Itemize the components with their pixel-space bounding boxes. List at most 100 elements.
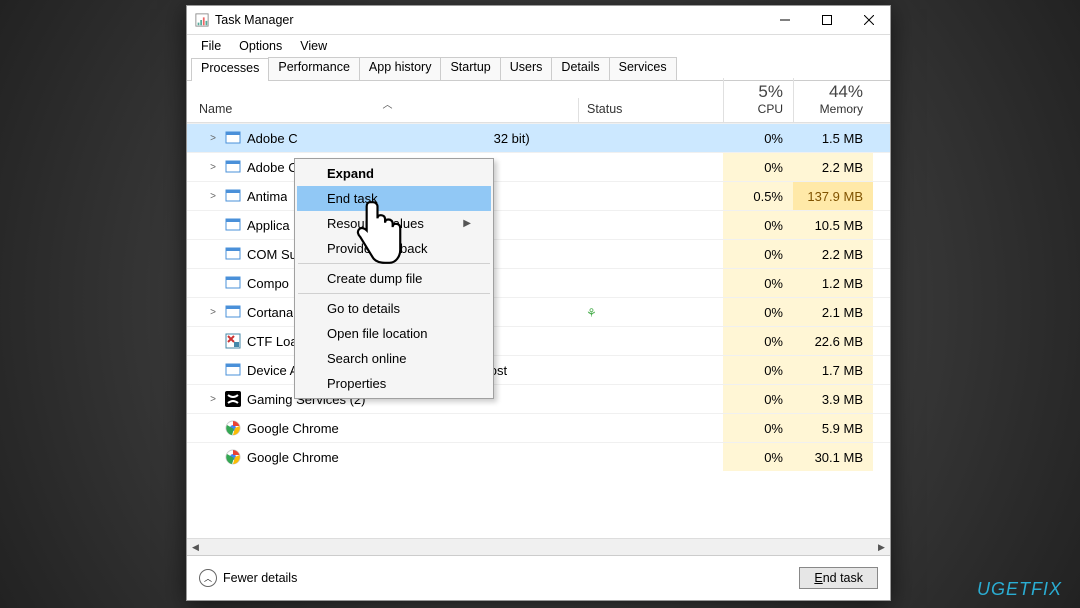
process-cpu: 0% — [723, 240, 793, 268]
process-row[interactable]: Compo 0%1.2 MB — [187, 268, 890, 297]
tab-users[interactable]: Users — [500, 57, 553, 80]
process-memory: 2.1 MB — [793, 298, 873, 326]
close-button[interactable] — [848, 6, 890, 34]
process-cpu: 0% — [723, 443, 793, 471]
process-row[interactable]: Google Chrome 0%5.9 MB — [187, 413, 890, 442]
process-cpu: 0% — [723, 298, 793, 326]
process-icon — [225, 159, 241, 175]
expand-icon[interactable]: > — [207, 307, 219, 318]
process-icon — [225, 217, 241, 233]
column-headers: ︿ Name Status 5% CPU 44% Memory — [187, 81, 890, 123]
process-memory: 1.2 MB — [793, 269, 873, 297]
process-memory: 137.9 MB — [793, 182, 873, 210]
column-memory[interactable]: 44% Memory — [793, 78, 873, 122]
window-title: Task Manager — [215, 13, 764, 27]
column-status[interactable]: Status — [578, 98, 723, 122]
tab-app-history[interactable]: App history — [359, 57, 442, 80]
sort-indicator-icon: ︿ — [383, 96, 393, 111]
contextmenu-item[interactable]: Create dump file — [297, 266, 491, 291]
titlebar[interactable]: Task Manager — [187, 6, 890, 35]
tab-details[interactable]: Details — [551, 57, 609, 80]
process-row[interactable]: COM Su 0%2.2 MB — [187, 239, 890, 268]
process-icon — [225, 449, 241, 465]
process-name: CTF Loa — [247, 334, 298, 349]
column-cpu[interactable]: 5% CPU — [723, 78, 793, 122]
contextmenu-item[interactable]: End task — [297, 186, 491, 211]
process-row[interactable]: Applica0%10.5 MB — [187, 210, 890, 239]
process-cpu: 0% — [723, 327, 793, 355]
process-cpu: 0.5% — [723, 182, 793, 210]
expand-icon[interactable]: > — [207, 191, 219, 202]
process-row[interactable]: > Antima 0.5%137.9 MB — [187, 181, 890, 210]
contextmenu-item[interactable]: Properties — [297, 371, 491, 396]
watermark: UGETFIX — [977, 579, 1062, 600]
menu-options[interactable]: Options — [231, 37, 290, 55]
contextmenu-item[interactable]: Search online — [297, 346, 491, 371]
process-icon — [225, 130, 241, 146]
menu-file[interactable]: File — [193, 37, 229, 55]
process-name: Adobe C — [247, 160, 298, 175]
process-name: Google Chrome — [247, 421, 339, 436]
process-icon — [225, 188, 241, 204]
process-icon — [225, 304, 241, 320]
process-row[interactable]: >Adobe C32 bit)0%1.5 MB — [187, 123, 890, 152]
tab-startup[interactable]: Startup — [440, 57, 500, 80]
end-task-button[interactable]: End task — [799, 567, 878, 589]
process-cpu: 0% — [723, 124, 793, 152]
process-name: Antima — [247, 189, 287, 204]
contextmenu-item[interactable]: Expand — [297, 161, 491, 186]
maximize-button[interactable] — [806, 6, 848, 34]
menu-separator — [298, 293, 490, 294]
process-row[interactable]: CTF Loa 0%22.6 MB — [187, 326, 890, 355]
column-name[interactable]: ︿ Name — [187, 98, 578, 122]
fewer-details-toggle[interactable]: ︿ Fewer details — [199, 569, 297, 587]
process-icon — [225, 333, 241, 349]
app-icon — [195, 13, 209, 27]
process-memory: 10.5 MB — [793, 211, 873, 239]
tab-services[interactable]: Services — [609, 57, 677, 80]
horizontal-scrollbar[interactable]: ◀ ▶ — [187, 538, 890, 555]
expand-icon[interactable]: > — [207, 133, 219, 144]
tab-processes[interactable]: Processes — [191, 58, 269, 81]
process-cpu: 0% — [723, 269, 793, 297]
process-cpu: 0% — [723, 356, 793, 384]
process-name: Cortana — [247, 305, 293, 320]
process-memory: 1.7 MB — [793, 356, 873, 384]
process-list[interactable]: >Adobe C32 bit)0%1.5 MB>Adobe C0%2.2 MB>… — [187, 123, 890, 538]
process-row[interactable]: > Adobe C 0%2.2 MB — [187, 152, 890, 181]
process-memory: 22.6 MB — [793, 327, 873, 355]
process-memory: 5.9 MB — [793, 414, 873, 442]
process-icon — [225, 420, 241, 436]
process-row[interactable]: Device Association Framework Provider Ho… — [187, 355, 890, 384]
process-memory: 2.2 MB — [793, 240, 873, 268]
process-icon — [225, 275, 241, 291]
process-memory: 2.2 MB — [793, 153, 873, 181]
submenu-arrow-icon: ▶ — [463, 218, 471, 229]
process-name: COM Su — [247, 247, 297, 262]
scroll-right-icon[interactable]: ▶ — [873, 539, 890, 556]
scroll-left-icon[interactable]: ◀ — [187, 539, 204, 556]
contextmenu-item[interactable]: Go to details — [297, 296, 491, 321]
minimize-button[interactable] — [764, 6, 806, 34]
contextmenu-item[interactable]: Provide feedback — [297, 236, 491, 261]
process-cpu: 0% — [723, 153, 793, 181]
chevron-up-icon: ︿ — [199, 569, 217, 587]
process-cpu: 0% — [723, 414, 793, 442]
process-name: Google Chrome — [247, 450, 339, 465]
process-status: ⚘ — [578, 305, 723, 320]
expand-icon[interactable]: > — [207, 162, 219, 173]
menubar: File Options View — [187, 35, 890, 57]
process-row[interactable]: Google Chrome0%30.1 MB — [187, 442, 890, 471]
leaf-icon: ⚘ — [586, 306, 597, 320]
menu-view[interactable]: View — [292, 37, 335, 55]
task-manager-window: Task Manager File Options View Processes… — [186, 5, 891, 601]
process-name: Adobe C — [247, 131, 298, 146]
process-row[interactable]: >Gaming Services (2)0%3.9 MB — [187, 384, 890, 413]
contextmenu-item[interactable]: Open file location — [297, 321, 491, 346]
expand-icon[interactable]: > — [207, 394, 219, 405]
process-row[interactable]: > Cortana ⚘ 0%2.1 MB — [187, 297, 890, 326]
process-name: Compo — [247, 276, 289, 291]
context-menu: ExpandEnd taskResource values▶Provide fe… — [294, 158, 494, 399]
tab-performance[interactable]: Performance — [268, 57, 360, 80]
contextmenu-item[interactable]: Resource values▶ — [297, 211, 491, 236]
